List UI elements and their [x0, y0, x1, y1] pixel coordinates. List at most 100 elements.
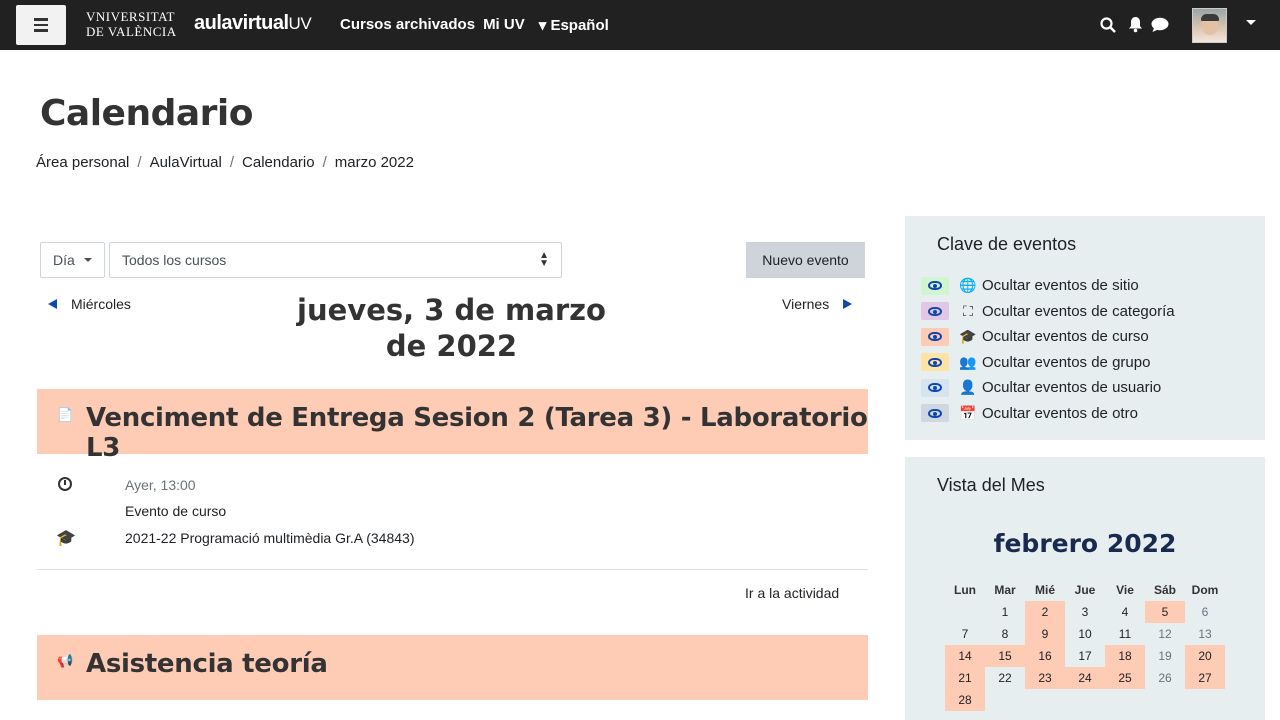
event-key-item[interactable]: 👥 Ocultar eventos de grupo	[921, 350, 1175, 376]
event-key-label[interactable]: Ocultar eventos de otro	[982, 405, 1138, 422]
calendar-day[interactable]: 12	[1145, 623, 1185, 645]
calendar-day	[1025, 689, 1065, 711]
event-title[interactable]: Asistencia teoría	[86, 649, 328, 679]
eye-icon[interactable]	[921, 353, 949, 372]
user-menu-caret-icon[interactable]	[1246, 20, 1256, 25]
user-icon: 👤	[959, 379, 977, 396]
calendar-day[interactable]: 15	[985, 645, 1025, 667]
course-select[interactable]: Todos los cursos ▲ ▼	[109, 242, 562, 278]
calendar-day	[1065, 689, 1105, 711]
calendar-day[interactable]: 26	[1145, 667, 1185, 689]
nav-mi-uv[interactable]: Mi UV	[483, 16, 525, 34]
event-key-item[interactable]: 🌐 Ocultar eventos de sitio	[921, 273, 1175, 299]
calendar-day[interactable]: 10	[1065, 623, 1105, 645]
event-key-label[interactable]: Ocultar eventos de grupo	[982, 354, 1150, 371]
calendar-day[interactable]: 14	[945, 645, 985, 667]
previous-day-label: Miércoles	[71, 296, 131, 312]
week-row: 28	[945, 689, 1225, 711]
aulavirtual-logo[interactable]: aulavirtualUV	[194, 12, 312, 35]
go-to-activity-link[interactable]: Ir a la actividad	[745, 585, 839, 601]
calendar-day[interactable]: 6	[1185, 601, 1225, 623]
menu-toggle-button[interactable]	[16, 5, 66, 45]
day-heading: jueves, 3 de marzo de 2022	[297, 293, 606, 363]
breadcrumb-aulavirtual[interactable]: AulaVirtual	[150, 154, 222, 171]
weekday-header: Dom	[1191, 583, 1219, 597]
calendar-day[interactable]: 21	[945, 667, 985, 689]
mini-calendar: Lun Mar Mié Jue Vie Sáb Dom 1 2 3 4 5 6 7 8 9 10 11 12 13 14…	[945, 579, 1225, 711]
week-row: 123456	[945, 601, 1225, 623]
week-row: 7 8 9 10 11 12 13	[945, 623, 1225, 645]
event-header: 📢 Asistencia teoría	[37, 635, 868, 700]
calendar-day[interactable]: 3	[1065, 601, 1105, 623]
calendar-day[interactable]: 22	[985, 667, 1025, 689]
nav-cursos-archivados[interactable]: Cursos archivados	[340, 16, 475, 34]
new-event-button[interactable]: Nuevo evento	[746, 242, 865, 278]
calendar-day[interactable]: 2	[1025, 601, 1065, 623]
eye-icon[interactable]	[921, 276, 949, 295]
event-key-item[interactable]: ⛶ Ocultar eventos de categoría	[921, 299, 1175, 325]
weekday-row: Lun Mar Mié Jue Vie Sáb Dom	[945, 579, 1225, 601]
event-key-item[interactable]: 🎓 Ocultar eventos de curso	[921, 324, 1175, 350]
calendar-day[interactable]: 4	[1105, 601, 1145, 623]
event-key-item[interactable]: 📅 Ocultar eventos de otro	[921, 401, 1175, 427]
calendar-day[interactable]: 25	[1105, 667, 1145, 689]
calendar-day[interactable]: 27	[1185, 667, 1225, 689]
calendar-day[interactable]: 8	[985, 623, 1025, 645]
calendar-day[interactable]: 11	[1105, 623, 1145, 645]
search-icon[interactable]	[1100, 17, 1116, 33]
month-view-title: Vista del Mes	[937, 475, 1045, 495]
eye-icon[interactable]	[921, 302, 949, 321]
event-key-label[interactable]: Ocultar eventos de usuario	[982, 379, 1161, 396]
calendar-day[interactable]: 13	[1185, 623, 1225, 645]
week-row: 14 15 16 17 18 19 20	[945, 645, 1225, 667]
view-select[interactable]: Día	[40, 242, 105, 278]
calendar-day	[1145, 689, 1185, 711]
weekday-header: Jue	[1074, 583, 1096, 597]
calendar-day[interactable]: 23	[1025, 667, 1065, 689]
event-key-label[interactable]: Ocultar eventos de curso	[982, 328, 1149, 345]
previous-day-link[interactable]: Miércoles	[48, 296, 131, 312]
weekday-header: Mar	[994, 583, 1016, 597]
event-key-label[interactable]: Ocultar eventos de sitio	[982, 277, 1139, 294]
calendar-day[interactable]: 19	[1145, 645, 1185, 667]
week-row: 21 22 23 24 25 26 27	[945, 667, 1225, 689]
breadcrumb-separator: /	[137, 154, 142, 171]
calendar-day[interactable]: 5	[1145, 601, 1185, 623]
bell-icon[interactable]	[1128, 16, 1143, 33]
calendar-day	[1185, 689, 1225, 711]
calendar-day[interactable]: 24	[1065, 667, 1105, 689]
calendar-day[interactable]: 28	[945, 689, 985, 711]
eye-icon[interactable]	[921, 378, 949, 397]
event-key-item[interactable]: 👤 Ocultar eventos de usuario	[921, 375, 1175, 401]
next-day-link[interactable]: Viernes	[782, 296, 853, 312]
calendar-day[interactable]: 18	[1105, 645, 1145, 667]
breadcrumb-area-personal[interactable]: Área personal	[36, 154, 129, 171]
breadcrumb-calendario[interactable]: Calendario	[242, 154, 315, 171]
month-view-block: Vista del Mes febrero 2022 Lun Mar Mié Jue V…	[905, 457, 1265, 720]
calendar-day[interactable]: 17	[1065, 645, 1105, 667]
calendar-day[interactable]: 16	[1025, 645, 1065, 667]
event-time[interactable]: Ayer, 13:00	[125, 477, 196, 493]
course-select-value: Todos los cursos	[122, 252, 227, 268]
calendar-day[interactable]: 7	[945, 623, 985, 645]
weekday-header: Vie	[1116, 583, 1134, 597]
graduation-cap-icon: 🎓	[56, 530, 76, 547]
user-avatar[interactable]	[1192, 8, 1227, 43]
calendar-day	[985, 689, 1025, 711]
language-menu[interactable]: ▾ Español	[539, 16, 609, 34]
event-title[interactable]: Venciment de Entrega Sesion 2 (Tarea 3) …	[86, 403, 868, 463]
clock-icon	[58, 477, 72, 491]
eye-icon[interactable]	[921, 404, 949, 423]
select-arrows-icon: ▲ ▼	[539, 250, 549, 269]
event-course-link[interactable]: 2021-22 Programació multimèdia Gr.A (348…	[125, 530, 414, 546]
university-logo[interactable]: VNIVERSITAT DE VALÈNCIA	[86, 9, 177, 39]
calendar-day[interactable]: 9	[1025, 623, 1065, 645]
calendar-day	[1105, 689, 1145, 711]
arrow-right-icon	[843, 299, 853, 309]
calendar-day[interactable]: 1	[985, 601, 1025, 623]
chat-icon[interactable]	[1151, 17, 1169, 33]
eye-icon[interactable]	[921, 327, 949, 346]
calendar-day[interactable]: 20	[1185, 645, 1225, 667]
mini-calendar-month[interactable]: febrero 2022	[905, 529, 1265, 558]
event-key-label[interactable]: Ocultar eventos de categoría	[982, 303, 1175, 320]
